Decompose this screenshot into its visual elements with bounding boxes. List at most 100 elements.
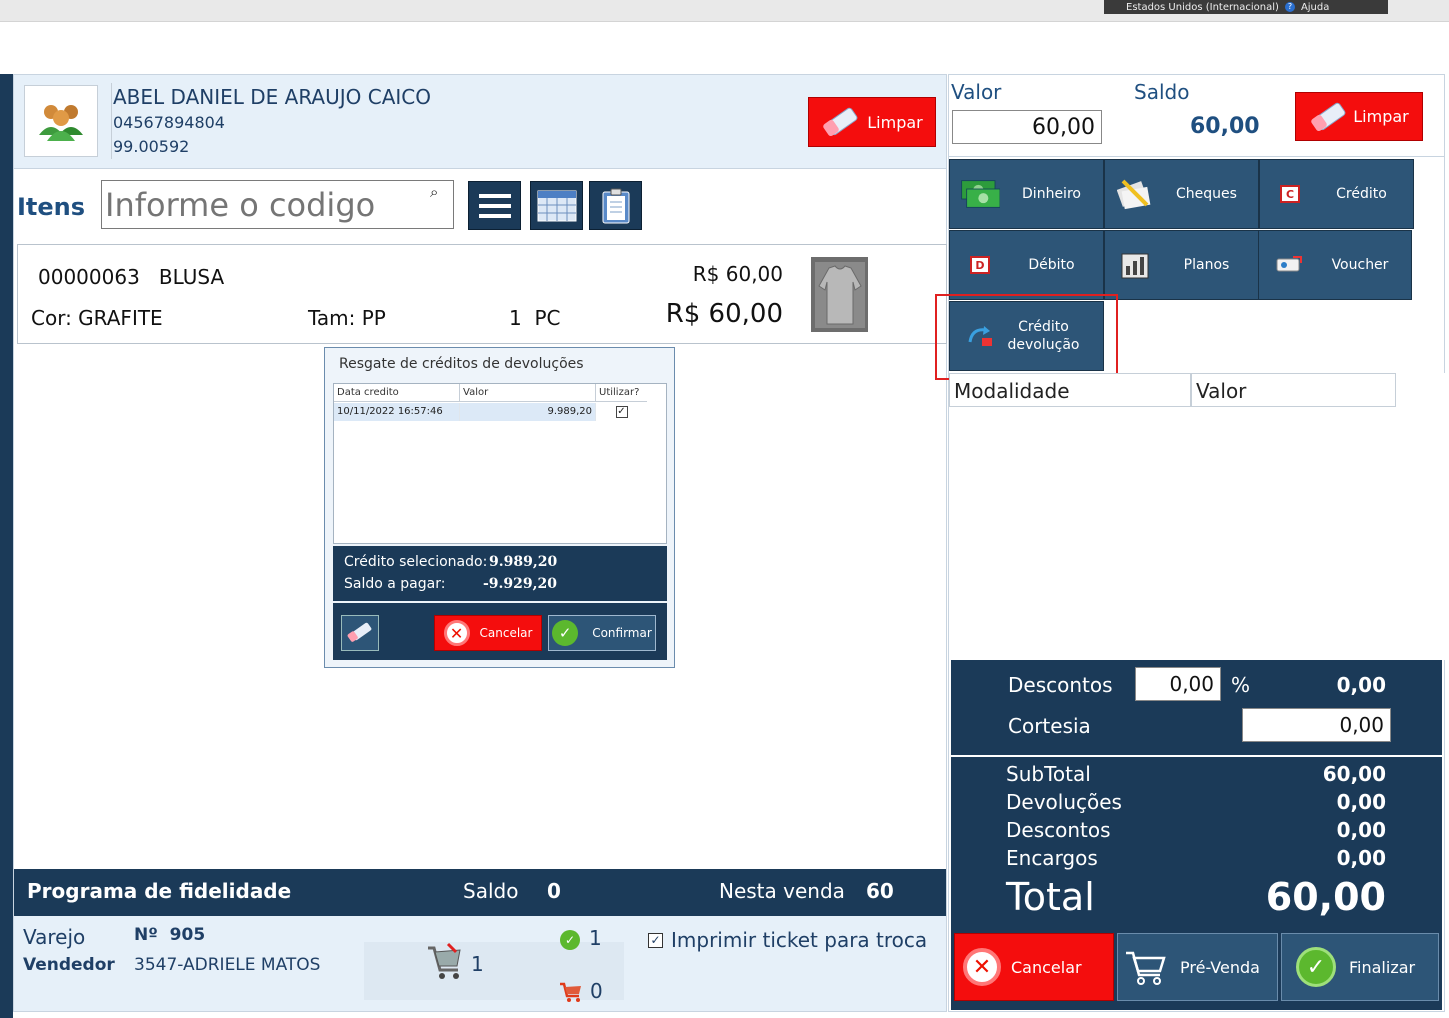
people-icon (39, 105, 83, 141)
shopping-cart-icon (428, 942, 461, 979)
finish-sale-label: Finalizar (1349, 957, 1416, 977)
product-name: BLUSA (158, 265, 225, 289)
discounts-label: Descontos (1008, 673, 1113, 697)
courtesy-label: Cortesia (1008, 714, 1091, 738)
loyalty-this-sale-label: Nesta venda (719, 879, 845, 903)
ok-count: 1 (589, 926, 602, 950)
eraser-icon (1311, 102, 1346, 131)
search-icon[interactable]: ⌕ (430, 183, 438, 201)
sale-number-label: Nº (134, 925, 158, 945)
payment-balance-label: Saldo (1134, 80, 1190, 104)
selected-credit-value: 9.989,20 (489, 554, 558, 570)
col-date: Data credito (334, 384, 460, 401)
dialog-actions: ✕ Cancelar ✓ Confirmar (333, 603, 667, 660)
presale-button[interactable]: Pré-Venda (1117, 933, 1278, 1001)
seller-label: Vendedor (23, 955, 115, 975)
product-unit-price: R$ 60,00 (692, 262, 783, 286)
credit-value: 9.989,20 (460, 403, 596, 421)
subtotal-label: SubTotal (1006, 762, 1091, 786)
list-view-button[interactable] (468, 181, 521, 230)
charges-label: Encargos (1006, 846, 1098, 870)
discounts-total-label: Descontos (1006, 818, 1111, 842)
credits-grid[interactable]: Data credito Valor Utilizar? 10/11/2022 … (333, 383, 667, 544)
clipboard-icon (602, 188, 629, 223)
table-grid-icon (537, 190, 576, 221)
product-size: Tam: PP (308, 306, 386, 330)
plans-label: Planos (1183, 257, 1230, 273)
dialog-clear-button[interactable] (341, 615, 379, 651)
discounts-panel: Descontos % 0,00 Cortesia (951, 660, 1442, 755)
code-search-box[interactable]: ⌕ (101, 180, 454, 229)
ok-check-icon: ✓ (560, 930, 580, 950)
product-line[interactable]: 00000063 BLUSA Cor: GRAFITE Tam: PP 1 PC… (17, 244, 947, 344)
payments-table[interactable]: Modalidade Valor (949, 373, 1445, 660)
loyalty-this-sale-value: 60 (866, 879, 894, 903)
items-label: Itens (17, 193, 86, 221)
customer-document: 04567894804 (113, 113, 225, 132)
discount-value: 0,00 (1336, 673, 1386, 697)
customer-clear-label: Limpar (867, 112, 923, 132)
payment-value-input[interactable] (952, 110, 1102, 144)
percent-sign: % (1231, 673, 1251, 697)
left-edge (0, 74, 13, 1018)
red-cart-icon (560, 982, 581, 1002)
check-icon: ✓ (552, 620, 579, 646)
customer-avatar[interactable] (24, 85, 98, 157)
grid-view-button[interactable] (530, 181, 583, 230)
dialog-title: Resgate de créditos de devoluções (339, 356, 584, 372)
use-credit-checkbox[interactable]: ✓ (615, 406, 628, 418)
voucher-label: Voucher (1331, 257, 1389, 273)
clipboard-button[interactable] (589, 181, 642, 230)
finish-sale-button[interactable]: ✓ Finalizar (1281, 933, 1439, 1001)
customer-name: ABEL DANIEL DE ARAUJO CAICO (113, 85, 431, 109)
selected-credit-label: Crédito selecionado: (344, 554, 488, 570)
code-search-input[interactable] (102, 181, 422, 228)
payment-clear-label: Limpar (1353, 107, 1409, 126)
charges-value: 0,00 (1336, 846, 1386, 870)
check-icon: ✓ (1296, 947, 1336, 987)
debit-button[interactable]: D Débito (949, 230, 1104, 300)
cart-count: 1 (471, 952, 484, 976)
payment-clear-button[interactable]: Limpar (1295, 92, 1423, 141)
cancel-sale-label: Cancelar (1011, 957, 1082, 977)
credits-grid-header: Data credito Valor Utilizar? (334, 384, 647, 402)
dialog-summary: Crédito selecionado: 9.989,20 Saldo a pa… (333, 546, 667, 601)
cart-outline-icon (1126, 951, 1166, 985)
customer-header: ABEL DANIEL DE ARAUJO CAICO 04567894804 … (14, 75, 946, 169)
debit-label: Débito (1028, 257, 1075, 273)
credit-date: 10/11/2022 16:57:46 (334, 403, 460, 421)
ticket-option[interactable]: ✓ Imprimir ticket para troca (648, 928, 927, 952)
hamburger-icon (478, 193, 511, 218)
plans-button[interactable]: Planos (1104, 230, 1259, 300)
presale-label: Pré-Venda (1180, 957, 1260, 977)
help-icon[interactable]: ? (1284, 2, 1295, 12)
loyalty-bar: Programa de fidelidade Saldo 0 Nesta ven… (14, 869, 946, 916)
product-thumbnail[interactable] (811, 257, 868, 332)
cash-button[interactable]: Dinheiro (949, 159, 1104, 229)
loyalty-balance-value: 0 (547, 879, 561, 903)
discounts-total-value: 0,00 (1336, 818, 1386, 842)
cheques-button[interactable]: Cheques (1104, 159, 1259, 229)
dialog-cancel-button[interactable]: ✕ Cancelar (434, 615, 542, 651)
product-color: Cor: GRAFITE (31, 306, 163, 330)
cheques-label: Cheques (1176, 186, 1237, 202)
help-label[interactable]: Ajuda (1301, 2, 1329, 13)
voucher-button[interactable]: Voucher (1258, 230, 1412, 300)
col-value: Valor (460, 384, 596, 401)
credit-button[interactable]: C Crédito (1259, 159, 1414, 229)
amount-due-label: Saldo a pagar: (344, 576, 446, 592)
cheque-pen-icon (1117, 179, 1151, 210)
discount-input[interactable] (1135, 667, 1221, 701)
table-row[interactable]: 10/11/2022 16:57:46 9.989,20 ✓ (334, 403, 647, 421)
cancel-sale-button[interactable]: ✕ Cancelar (954, 933, 1114, 1001)
payment-balance-value: 60,00 (1190, 114, 1260, 139)
dialog-confirm-button[interactable]: ✓ Confirmar (548, 615, 656, 651)
cart2-count: 0 (590, 979, 603, 1003)
product-total-price: R$ 60,00 (665, 299, 783, 329)
col-use: Utilizar? (599, 387, 640, 398)
ticket-checkbox[interactable]: ✓ (648, 932, 663, 948)
cancel-x-icon: ✕ (963, 948, 1001, 986)
customer-clear-button[interactable]: Limpar (808, 97, 936, 147)
language-bar[interactable]: Estados Unidos (Internacional) ? Ajuda (1104, 0, 1388, 14)
courtesy-input[interactable] (1242, 708, 1391, 742)
